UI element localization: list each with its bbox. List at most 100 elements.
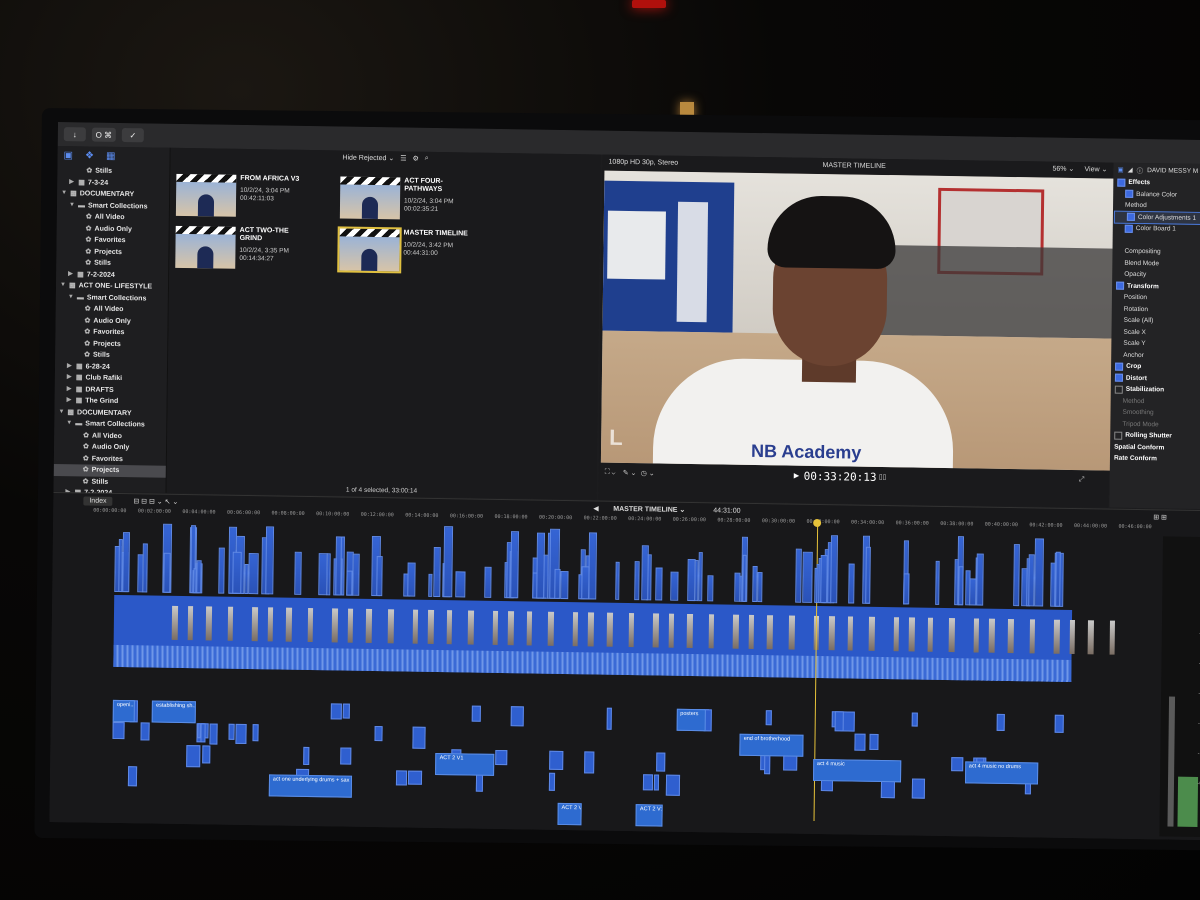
connected-audio-clip[interactable] (782, 754, 798, 772)
disclosure-triangle-icon[interactable]: ▶ (67, 395, 73, 407)
connected-audio-clip[interactable] (495, 749, 508, 766)
connected-audio-clip[interactable] (834, 711, 844, 732)
connected-video-clip[interactable] (641, 545, 649, 601)
connected-video-clip[interactable] (163, 552, 171, 593)
connected-video-clip[interactable] (1012, 543, 1021, 607)
connected-video-clip[interactable] (217, 547, 225, 594)
sidebar-item[interactable]: ▼ ▬ Smart Collections (56, 291, 168, 304)
connected-video-clip[interactable] (433, 547, 442, 598)
connected-audio-clip[interactable] (549, 750, 564, 771)
disclosure-triangle-icon[interactable]: ▼ (66, 418, 72, 430)
checkbox[interactable] (1125, 190, 1134, 199)
connected-audio-clip[interactable] (228, 723, 235, 740)
audio-clip[interactable]: openi... (112, 699, 135, 723)
speed-tool-icon[interactable]: ◷ ⌄ (641, 469, 655, 477)
checkbox[interactable] (1114, 373, 1124, 383)
background-tasks-button[interactable]: ✓ (121, 128, 144, 143)
connected-video-clip[interactable] (326, 553, 331, 596)
disclosure-triangle-icon[interactable]: ▶ (68, 269, 74, 281)
connected-audio-clip[interactable] (549, 772, 556, 791)
connected-audio-clip[interactable] (665, 774, 681, 796)
view-dropdown[interactable]: View ⌄ (1084, 165, 1107, 173)
audio-clip[interactable]: end of brotherhood (739, 733, 804, 757)
index-button[interactable]: Index (83, 495, 113, 506)
connected-audio-clip[interactable] (1054, 714, 1065, 733)
connected-audio-clip[interactable] (472, 705, 481, 722)
clip-appearance-icon[interactable]: ⊞ ⊞ (1153, 513, 1167, 521)
connected-video-clip[interactable] (581, 565, 590, 600)
connected-video-clip[interactable] (483, 566, 493, 598)
inspector-row[interactable]: Opacity (1112, 269, 1200, 282)
connected-video-clip[interactable] (795, 548, 802, 603)
connected-video-clip[interactable] (655, 567, 664, 601)
checkbox[interactable] (1124, 224, 1133, 233)
connected-audio-clip[interactable] (764, 754, 771, 775)
connected-video-clip[interactable] (820, 554, 828, 604)
connected-video-clip[interactable] (293, 551, 302, 595)
connected-video-clip[interactable] (706, 574, 714, 602)
connected-video-clip[interactable] (958, 565, 965, 606)
clip-thumbnail[interactable] (175, 173, 237, 217)
timeline-tracks[interactable]: openi... establishing sh... posters end of … (89, 518, 1143, 836)
connected-audio-clip[interactable] (330, 703, 343, 720)
connected-audio-clip[interactable] (374, 726, 383, 742)
connected-audio-clip[interactable] (653, 774, 659, 791)
connected-audio-clip[interactable] (395, 770, 407, 786)
connected-audio-clip[interactable] (252, 724, 259, 741)
connected-video-clip[interactable] (757, 571, 763, 603)
disclosure-triangle-icon[interactable]: ▼ (58, 407, 64, 419)
connected-video-clip[interactable] (265, 526, 275, 595)
connected-video-clip[interactable] (376, 556, 383, 597)
photos-icon[interactable]: ❖ (85, 150, 94, 161)
connected-audio-clip[interactable] (343, 703, 350, 719)
checkbox[interactable] (1114, 431, 1123, 440)
connected-video-clip[interactable] (902, 573, 910, 605)
connected-audio-clip[interactable] (139, 722, 150, 741)
checkbox[interactable] (1114, 385, 1123, 394)
audio-clip[interactable]: ACT 2 V1 (557, 802, 583, 826)
enhance-tool-icon[interactable]: ✎ ⌄ (623, 469, 637, 477)
connected-video-clip[interactable] (335, 536, 342, 596)
sidebar-item[interactable]: ▼ ▬ Smart Collections (57, 199, 169, 212)
checkbox[interactable] (1126, 213, 1135, 222)
inspector-row[interactable]: Tripod Mode (1110, 418, 1200, 431)
clip-appearance-icon[interactable]: ☰ (400, 154, 406, 162)
audio-clip[interactable]: establishing sh... (151, 700, 197, 724)
inspector-row[interactable]: AnchorX (1111, 349, 1200, 362)
connected-audio-clip[interactable] (911, 778, 926, 799)
connected-video-clip[interactable] (455, 571, 466, 598)
connected-video-clip[interactable] (969, 578, 977, 606)
connected-audio-clip[interactable] (209, 723, 218, 745)
connected-video-clip[interactable] (734, 572, 741, 602)
settings-icon[interactable]: ⚙ (412, 155, 418, 163)
import-button[interactable]: ↓ (63, 127, 86, 142)
connected-video-clip[interactable] (231, 552, 242, 594)
connected-video-clip[interactable] (615, 562, 621, 600)
browser-clip[interactable]: FROM AFRICA V3 10/2/24, 3:04 PM 00:42:11:0… (175, 173, 299, 218)
connected-video-clip[interactable] (117, 539, 124, 593)
audio-clip[interactable]: posters (676, 708, 706, 732)
browser-clip[interactable]: MASTER TIMELINE 10/2/24, 3:42 PM 00:44:31:… (337, 226, 468, 274)
zoom-dropdown[interactable]: 56% ⌄ (1052, 165, 1074, 173)
color-inspector-icon[interactable]: ◢ (1128, 166, 1133, 174)
titles-icon[interactable]: ▦ (106, 151, 116, 162)
transform-tool-icon[interactable]: ⛶ ⌄ (605, 469, 616, 477)
connected-audio-clip[interactable] (127, 766, 138, 786)
libraries-icon[interactable]: ▣ (64, 150, 74, 161)
inspector-row[interactable]: Method (1113, 200, 1200, 213)
connected-audio-clip[interactable] (996, 713, 1005, 732)
fullscreen-icon[interactable]: ⤢ (1079, 476, 1085, 484)
back-icon[interactable]: ◀ (593, 504, 598, 512)
sidebar-item[interactable]: ▼ ▬ Smart Collections (54, 418, 166, 431)
connected-video-clip[interactable] (510, 531, 519, 599)
primary-storyline[interactable] (113, 594, 1116, 682)
connected-video-clip[interactable] (1034, 538, 1045, 607)
connected-audio-clip[interactable] (583, 751, 595, 774)
connected-audio-clip[interactable] (112, 721, 125, 739)
connected-video-clip[interactable] (248, 553, 259, 595)
connected-video-clip[interactable] (697, 552, 703, 602)
connected-audio-clip[interactable] (186, 745, 201, 767)
connected-audio-clip[interactable] (407, 770, 423, 785)
checkbox[interactable] (1117, 178, 1126, 187)
connected-video-clip[interactable] (122, 532, 130, 593)
